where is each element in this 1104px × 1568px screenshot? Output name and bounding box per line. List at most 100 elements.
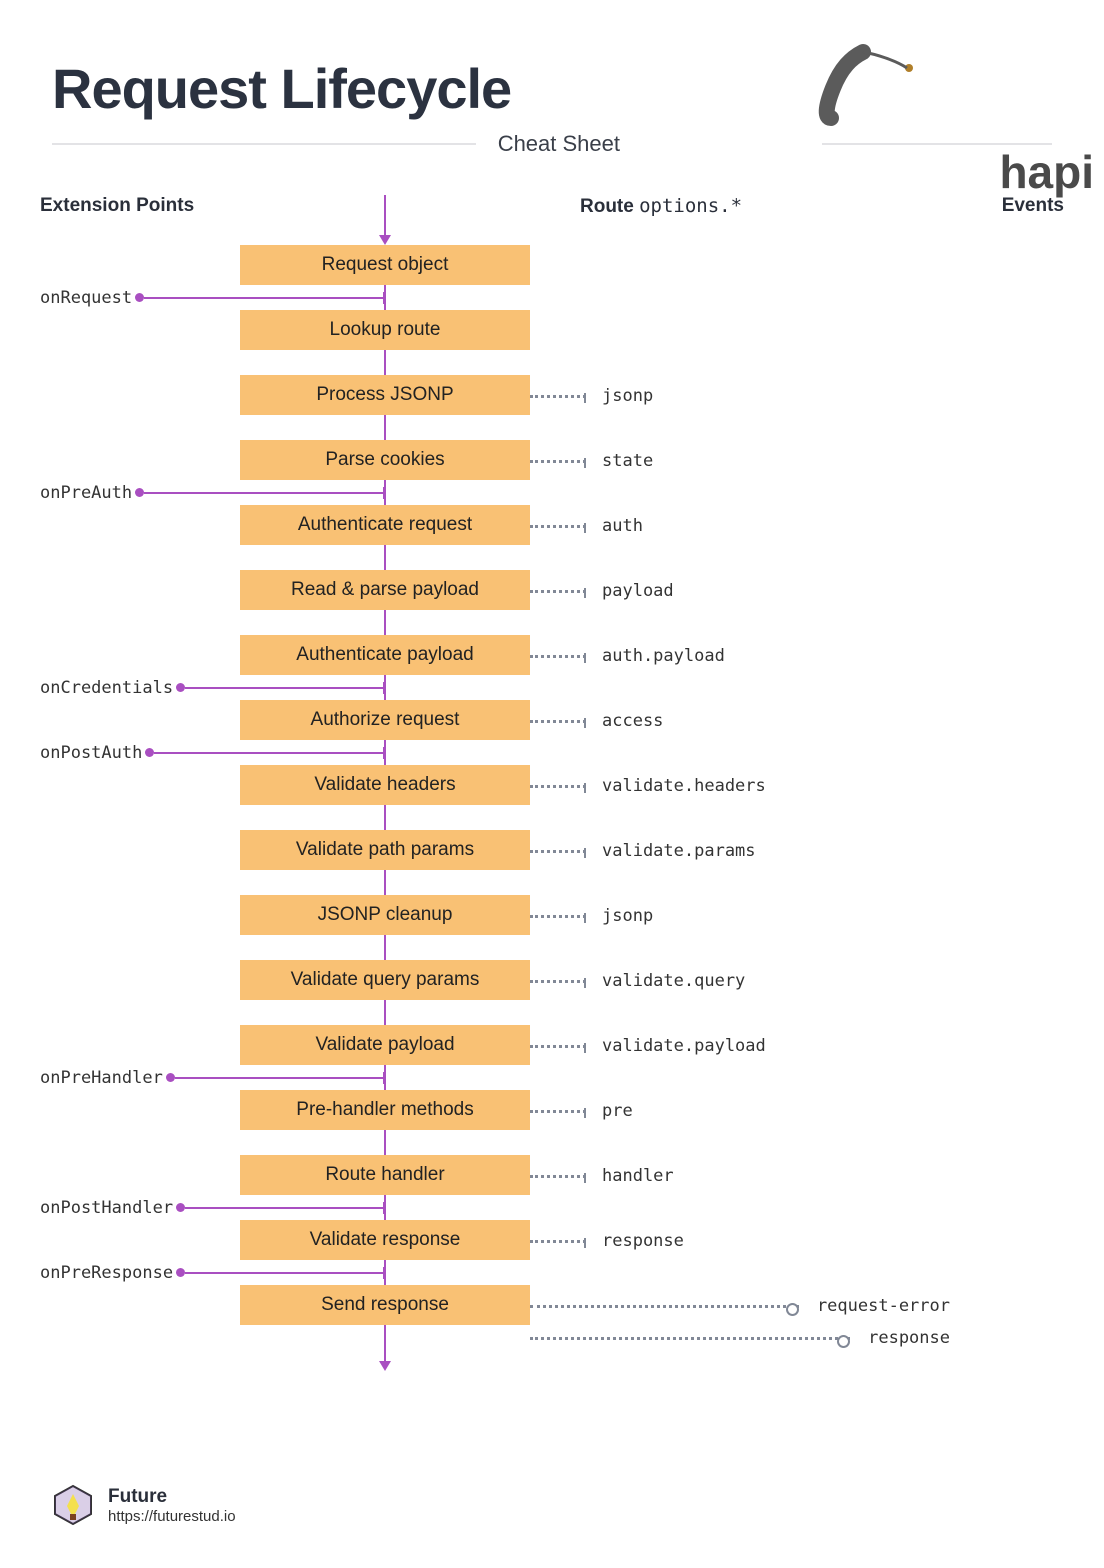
route-option-label: validate.query	[602, 971, 745, 991]
extension-point: onPostHandler	[40, 1198, 385, 1218]
extension-point-label: onPreHandler	[40, 1068, 163, 1088]
route-option: validate.params	[530, 841, 756, 861]
exit-arrow-icon	[240, 1325, 530, 1371]
stage-box: Lookup route	[240, 310, 530, 350]
footer: Future https://futurestud.io	[52, 1484, 236, 1526]
stage-box: Route handler	[240, 1155, 530, 1195]
header: Request Lifecycle Cheat Sheet hapi	[0, 0, 1104, 157]
route-option-line	[530, 850, 586, 853]
footer-brand: Future	[108, 1486, 236, 1508]
extension-point-line	[144, 492, 385, 494]
stage-box: Request object	[240, 245, 530, 285]
page-subtitle: Cheat Sheet	[476, 131, 642, 157]
stage-box: Validate query params	[240, 960, 530, 1000]
stage-box: Process JSONP	[240, 375, 530, 415]
event-line	[530, 1337, 850, 1340]
route-option-line	[530, 785, 586, 788]
stage-box: Pre-handler methods	[240, 1090, 530, 1130]
route-option-line	[530, 915, 586, 918]
route-option-label: jsonp	[602, 386, 653, 406]
route-option: jsonp	[530, 906, 653, 926]
flow-connector	[240, 1130, 530, 1155]
route-option: payload	[530, 581, 674, 601]
route-option-line	[530, 1045, 586, 1048]
flow-connector	[240, 350, 530, 375]
route-option: access	[530, 711, 663, 731]
col-head-events: Events	[1002, 195, 1064, 217]
stage-box: JSONP cleanup	[240, 895, 530, 935]
lifecycle-diagram: Extension Points Route options.* Events …	[40, 195, 1064, 1365]
stage-box: Send response	[240, 1285, 530, 1325]
stage-box: Parse cookies	[240, 440, 530, 480]
extension-point: onRequest	[40, 288, 385, 308]
footer-url: https://futurestud.io	[108, 1508, 236, 1525]
route-option: validate.payload	[530, 1036, 766, 1056]
route-option-label: jsonp	[602, 906, 653, 926]
route-option-label: validate.payload	[602, 1036, 766, 1056]
col-head-route-options: Route options.*	[580, 195, 742, 218]
extension-point: onPreResponse	[40, 1263, 385, 1283]
futurestudio-logo-icon	[52, 1484, 94, 1526]
flow-connector	[240, 870, 530, 895]
route-option-label: access	[602, 711, 663, 731]
extension-point-line	[175, 1077, 385, 1079]
extension-point: onPreHandler	[40, 1068, 385, 1088]
route-option-label: state	[602, 451, 653, 471]
stage-box: Validate headers	[240, 765, 530, 805]
event-label: request-error	[817, 1296, 950, 1316]
route-option-label: auth	[602, 516, 643, 536]
route-option: validate.query	[530, 971, 745, 991]
route-option: validate.headers	[530, 776, 766, 796]
route-option-line	[530, 720, 586, 723]
route-suffix: options.*	[639, 195, 742, 217]
extension-point: onCredentials	[40, 678, 385, 698]
col-head-extension-points: Extension Points	[40, 195, 194, 217]
stage-box: Validate path params	[240, 830, 530, 870]
extension-point-label: onPreResponse	[40, 1263, 173, 1283]
route-option-label: pre	[602, 1101, 633, 1121]
extension-point: onPreAuth	[40, 483, 385, 503]
stage-box: Authenticate request	[240, 505, 530, 545]
extension-point-line	[144, 297, 385, 299]
event-line	[530, 1305, 799, 1308]
route-option-line	[530, 395, 586, 398]
rule-left	[52, 143, 476, 145]
flow-connector	[240, 935, 530, 960]
extension-point-label: onPostHandler	[40, 1198, 173, 1218]
flow-connector	[240, 1000, 530, 1025]
flow-connector	[240, 805, 530, 830]
route-option-label: payload	[602, 581, 674, 601]
extension-point-label: onCredentials	[40, 678, 173, 698]
extension-point-line	[185, 1207, 385, 1209]
route-option-label: auth.payload	[602, 646, 725, 666]
extension-point-line	[154, 752, 385, 754]
hapi-logo-text: hapi	[999, 146, 1094, 198]
route-option-line	[530, 980, 586, 983]
route-prefix: Route	[580, 196, 634, 217]
flow-connector	[240, 415, 530, 440]
hapi-logo-svg	[755, 40, 935, 150]
route-option-label: response	[602, 1231, 684, 1251]
flow-column: Request object Lookup route Process JSONP P…	[240, 195, 530, 1371]
route-option: handler	[530, 1166, 674, 1186]
stage-box: Validate payload	[240, 1025, 530, 1065]
extension-point-label: onPostAuth	[40, 743, 142, 763]
route-option: state	[530, 451, 653, 471]
route-option-line	[530, 590, 586, 593]
route-option-label: handler	[602, 1166, 674, 1186]
route-option-label: validate.headers	[602, 776, 766, 796]
stage-box: Read & parse payload	[240, 570, 530, 610]
page-title: Request Lifecycle	[52, 56, 511, 121]
route-option: auth.payload	[530, 646, 725, 666]
hapi-logo: hapi	[755, 40, 1034, 161]
extension-point-label: onPreAuth	[40, 483, 132, 503]
flow-connector	[240, 545, 530, 570]
flow-connector	[240, 610, 530, 635]
event: response	[530, 1328, 950, 1348]
extension-point: onPostAuth	[40, 743, 385, 763]
extension-point-label: onRequest	[40, 288, 132, 308]
route-option: auth	[530, 516, 643, 536]
route-option-line	[530, 1110, 586, 1113]
route-option-line	[530, 1175, 586, 1178]
extension-point-line	[185, 1272, 385, 1274]
